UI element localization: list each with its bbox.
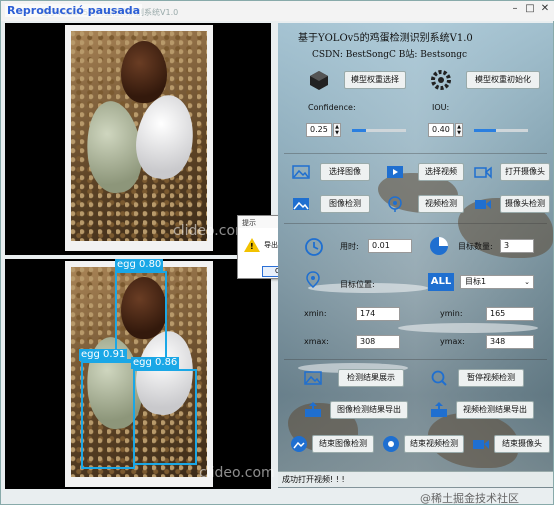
video-overlay-title: Reproducció pausada <box>5 4 143 17</box>
stop-video-icon <box>383 436 399 452</box>
divider <box>284 359 547 360</box>
export-icon <box>305 402 321 417</box>
detection-box <box>115 271 167 361</box>
confidence-stepper[interactable]: ▲ ▼ <box>333 123 341 137</box>
dialog-title: 提示 <box>242 219 256 227</box>
status-bar: 成功打开视频! ! ! <box>278 471 553 487</box>
search-icon <box>431 370 447 386</box>
white-egg <box>131 91 199 183</box>
cube-icon <box>310 71 328 90</box>
model-select-button[interactable]: 模型权重选择 <box>344 71 406 89</box>
video-icon <box>387 166 403 178</box>
author-credit: CSDN: BestSongC B站: Bestsongc <box>312 50 468 60</box>
webcam-icon <box>388 196 402 212</box>
gear-icon <box>431 70 451 90</box>
detection-label: egg 0.91 <box>79 349 128 361</box>
ymax-value: 348 <box>486 335 534 349</box>
camera-detect-button[interactable]: 摄像头检测 <box>500 195 550 213</box>
image-detect-icon <box>293 198 309 210</box>
export-icon <box>431 402 447 417</box>
original-image <box>65 25 213 251</box>
video-camera-icon <box>475 200 491 209</box>
count-label: 目标数量: <box>458 242 493 251</box>
confidence-label: Confidence: <box>308 103 356 112</box>
panel-title: 基于YOLOv5的鸡蛋检测识别系统V1.0 <box>298 33 473 44</box>
iou-input[interactable]: 0.40 <box>428 123 454 137</box>
confidence-slider-fill <box>352 129 366 132</box>
iou-label: IOU: <box>432 103 450 112</box>
time-value: 0.01 <box>368 239 412 253</box>
end-image-detect-button[interactable]: 结束图像检测 <box>312 435 374 453</box>
brown-egg <box>121 41 167 103</box>
app-window: 基于YOLOv5的鸡蛋检测识别系统V1.0 Reproducció pausad… <box>0 0 554 505</box>
ymin-value: 165 <box>486 307 534 321</box>
end-video-detect-button[interactable]: 结束视频检测 <box>404 435 464 453</box>
detection-label: egg 0.86 <box>131 357 180 369</box>
iou-slider-fill <box>474 129 496 132</box>
camera-icon <box>474 166 492 179</box>
detection-image: egg 0.80 egg 0.91 egg 0.86 <box>65 259 213 487</box>
pause-video-button[interactable]: 暂停视频检测 <box>458 369 524 387</box>
warning-icon: ! <box>250 242 254 251</box>
video-detect-button[interactable]: 视频检测 <box>418 195 464 213</box>
divider <box>284 223 547 224</box>
image-icon <box>292 165 310 179</box>
pie-chart-icon <box>430 237 448 255</box>
footer-credit: @稀土掘金技术社区 <box>420 492 519 505</box>
close-button[interactable]: ✕ <box>539 3 551 15</box>
gallery-icon <box>304 371 322 385</box>
detection-box <box>133 369 197 465</box>
iou-slider[interactable] <box>474 129 528 132</box>
confidence-slider[interactable] <box>352 129 406 132</box>
image-detect-button[interactable]: 图像检测 <box>320 195 370 213</box>
model-init-button[interactable]: 模型权重初始化 <box>466 71 540 89</box>
detection-label: egg 0.80 <box>115 259 164 271</box>
ymin-label: ymin: <box>440 309 463 318</box>
stop-image-icon <box>291 436 307 452</box>
title-bar: 基于YOLOv5的鸡蛋检测识别系统V1.0 Reproducció pausad… <box>1 1 554 21</box>
detection-image-pane: egg 0.80 egg 0.91 egg 0.86 clideo.com <box>5 259 275 489</box>
chevron-down-icon: ⌄ <box>524 278 530 286</box>
stop-camera-icon <box>473 440 489 449</box>
time-label: 用时: <box>340 242 359 251</box>
xmax-label: xmax: <box>304 337 329 346</box>
confidence-input[interactable]: 0.25 <box>306 123 332 137</box>
target-select-value: 目标1 <box>465 277 487 286</box>
xmin-value: 174 <box>356 307 400 321</box>
control-panel: 基于YOLOv5的鸡蛋检测识别系统V1.0 CSDN: BestSongC B站… <box>278 23 553 488</box>
select-image-button[interactable]: 选择图像 <box>320 163 370 181</box>
minimize-button[interactable]: – <box>509 3 521 15</box>
show-result-button[interactable]: 检测结果展示 <box>338 369 404 387</box>
all-icon: ALL <box>428 273 454 291</box>
iou-stepper[interactable]: ▲ ▼ <box>455 123 463 137</box>
divider <box>284 153 547 154</box>
watermark: clideo.com <box>199 465 275 481</box>
export-image-result-button[interactable]: 图像检测结果导出 <box>330 401 408 419</box>
ymax-label: ymax: <box>440 337 465 346</box>
target-select[interactable]: 目标1 ⌄ <box>460 275 534 289</box>
maximize-button[interactable]: □ <box>524 3 536 15</box>
open-camera-button[interactable]: 打开摄像头 <box>500 163 550 181</box>
xmin-label: xmin: <box>304 309 327 318</box>
export-video-result-button[interactable]: 视频检测结果导出 <box>456 401 534 419</box>
count-value: 3 <box>500 239 534 253</box>
end-camera-button[interactable]: 结束摄像头 <box>494 435 550 453</box>
original-image-pane: clideo.com <box>5 23 271 255</box>
xmax-value: 308 <box>356 335 400 349</box>
select-video-button[interactable]: 选择视频 <box>418 163 464 181</box>
clock-icon <box>305 238 323 256</box>
detection-box <box>81 361 135 469</box>
position-label: 目标位置: <box>340 280 375 289</box>
location-icon <box>306 271 320 288</box>
